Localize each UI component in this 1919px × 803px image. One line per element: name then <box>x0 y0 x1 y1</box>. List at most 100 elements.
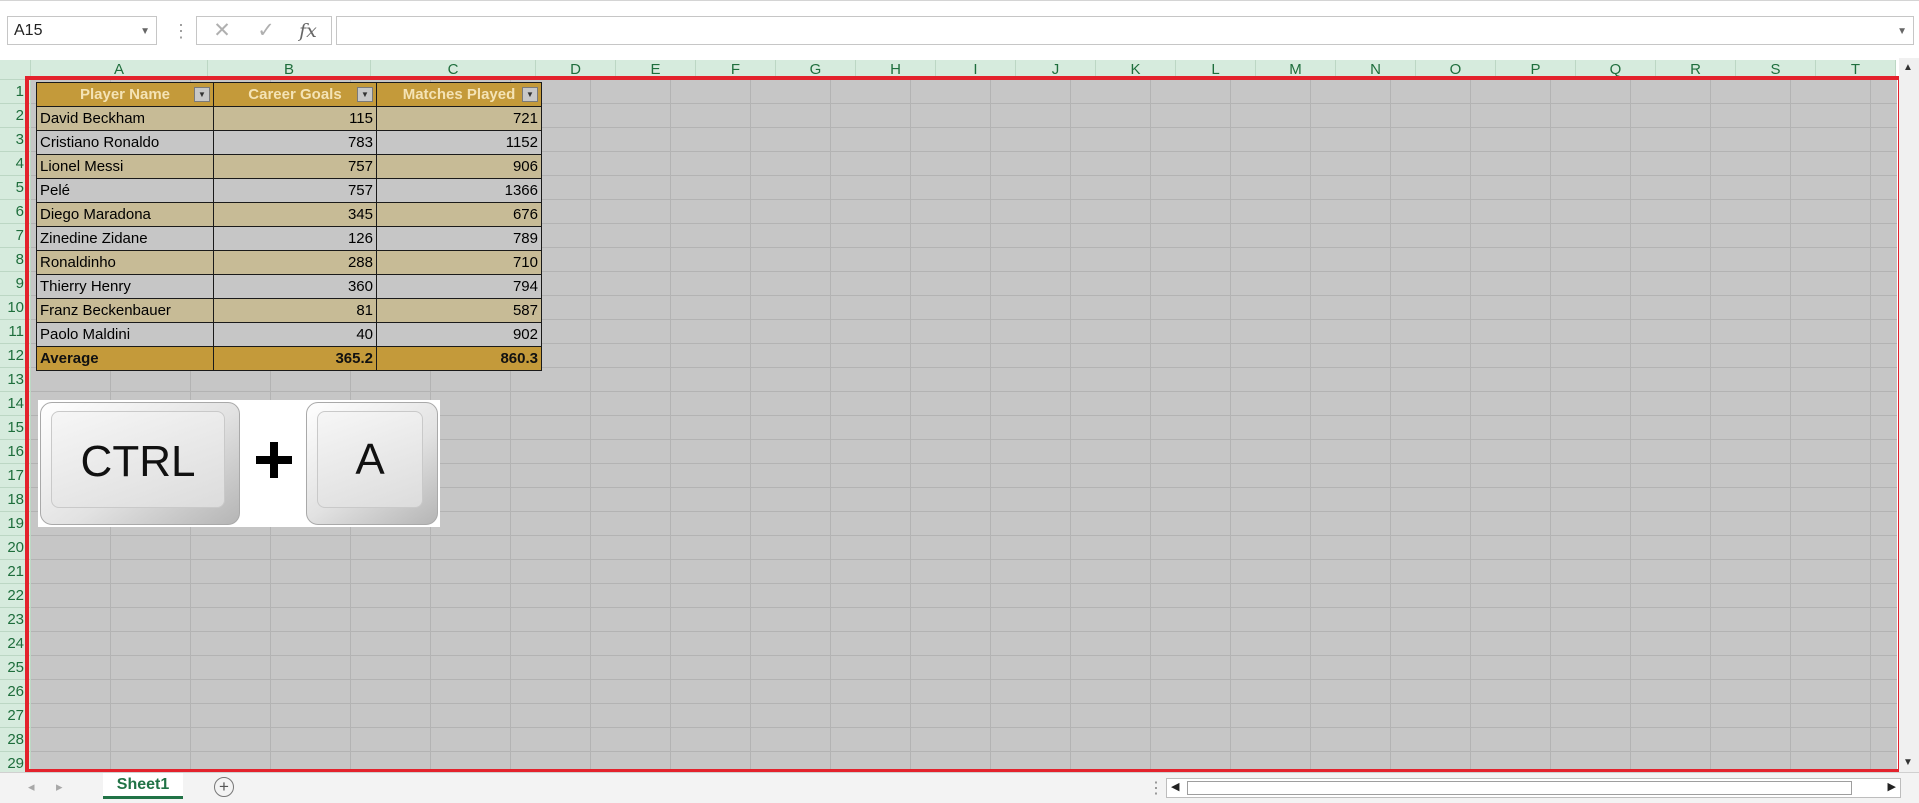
player-name-cell[interactable]: David Beckham <box>36 106 214 131</box>
header-matches-played[interactable]: Matches Played ▼ <box>376 82 542 107</box>
scroll-down-icon[interactable]: ▼ <box>1903 757 1913 768</box>
scroll-up-icon[interactable]: ▲ <box>1903 62 1913 73</box>
row-header[interactable]: 2 <box>0 104 31 128</box>
horizontal-scrollbar[interactable]: ◀ ▶ <box>1166 778 1901 798</box>
expand-formula-icon[interactable]: ▼ <box>1897 26 1907 37</box>
scroll-left-icon[interactable]: ◀ <box>1171 780 1179 793</box>
row-header[interactable]: 17 <box>0 464 31 488</box>
career-goals-cell[interactable]: 40 <box>213 322 377 347</box>
more-options-icon[interactable]: ⋮ <box>172 21 190 42</box>
column-header[interactable]: S <box>1736 60 1816 80</box>
column-header[interactable]: P <box>1496 60 1576 80</box>
column-header[interactable]: G <box>776 60 856 80</box>
row-header[interactable]: 12 <box>0 344 31 368</box>
row-header[interactable]: 20 <box>0 536 31 560</box>
add-sheet-icon[interactable]: + <box>214 777 234 797</box>
column-header[interactable]: T <box>1816 60 1896 80</box>
enter-icon[interactable]: ✓ <box>251 19 281 43</box>
row-header[interactable]: 10 <box>0 296 31 320</box>
total-label[interactable]: Average <box>36 346 214 371</box>
player-name-cell[interactable]: Zinedine Zidane <box>36 226 214 251</box>
column-header[interactable]: L <box>1176 60 1256 80</box>
player-name-cell[interactable]: Franz Beckenbauer <box>36 298 214 323</box>
career-goals-cell[interactable]: 783 <box>213 130 377 155</box>
row-header[interactable]: 9 <box>0 272 31 296</box>
matches-played-cell[interactable]: 1152 <box>376 130 542 155</box>
row-header[interactable]: 7 <box>0 224 31 248</box>
matches-played-cell[interactable]: 1366 <box>376 178 542 203</box>
row-header[interactable]: 3 <box>0 128 31 152</box>
sheet-tab-sheet1[interactable]: Sheet1 <box>103 773 183 799</box>
matches-played-cell[interactable]: 794 <box>376 274 542 299</box>
career-goals-cell[interactable]: 288 <box>213 250 377 275</box>
column-header[interactable]: I <box>936 60 1016 80</box>
previous-sheet-icon[interactable]: ◂ <box>28 779 35 795</box>
row-header[interactable]: 18 <box>0 488 31 512</box>
row-header[interactable]: 1 <box>0 80 31 104</box>
column-header[interactable]: R <box>1656 60 1736 80</box>
header-career-goals[interactable]: Career Goals ▼ <box>213 82 377 107</box>
matches-played-cell[interactable]: 587 <box>376 298 542 323</box>
matches-played-cell[interactable]: 906 <box>376 154 542 179</box>
row-header[interactable]: 25 <box>0 656 31 680</box>
career-goals-cell[interactable]: 345 <box>213 202 377 227</box>
matches-played-cell[interactable]: 902 <box>376 322 542 347</box>
player-name-cell[interactable]: Lionel Messi <box>36 154 214 179</box>
column-header[interactable]: Q <box>1576 60 1656 80</box>
total-matches[interactable]: 860.3 <box>376 346 542 371</box>
column-header[interactable]: E <box>616 60 696 80</box>
row-header[interactable]: 26 <box>0 680 31 704</box>
formula-input[interactable]: ▼ <box>336 16 1914 45</box>
career-goals-cell[interactable]: 360 <box>213 274 377 299</box>
row-header[interactable]: 8 <box>0 248 31 272</box>
column-header[interactable]: D <box>536 60 616 80</box>
row-header[interactable]: 14 <box>0 392 31 416</box>
career-goals-cell[interactable]: 757 <box>213 154 377 179</box>
scroll-right-icon[interactable]: ▶ <box>1888 780 1896 793</box>
column-header[interactable]: N <box>1336 60 1416 80</box>
row-header[interactable]: 5 <box>0 176 31 200</box>
column-header[interactable]: H <box>856 60 936 80</box>
column-header[interactable]: C <box>371 60 536 80</box>
column-header[interactable]: J <box>1016 60 1096 80</box>
filter-dropdown-icon[interactable]: ▼ <box>357 87 373 102</box>
row-header[interactable]: 24 <box>0 632 31 656</box>
matches-played-cell[interactable]: 676 <box>376 202 542 227</box>
header-player-name[interactable]: Player Name ▼ <box>36 82 214 107</box>
name-box[interactable]: A15 ▼ <box>7 16 157 45</box>
ctrl-a-shortcut-image[interactable]: CTRL A <box>38 400 440 527</box>
splitter-handle-icon[interactable]: ⋮ <box>1148 778 1164 798</box>
row-header[interactable]: 6 <box>0 200 31 224</box>
scroll-thumb[interactable] <box>1187 781 1852 795</box>
vertical-scrollbar[interactable]: ▲ ▼ <box>1899 58 1919 772</box>
career-goals-cell[interactable]: 81 <box>213 298 377 323</box>
column-header[interactable]: F <box>696 60 776 80</box>
row-header[interactable]: 22 <box>0 584 31 608</box>
column-header[interactable]: O <box>1416 60 1496 80</box>
row-header[interactable]: 15 <box>0 416 31 440</box>
player-name-cell[interactable]: Paolo Maldini <box>36 322 214 347</box>
career-goals-cell[interactable]: 757 <box>213 178 377 203</box>
row-header[interactable]: 21 <box>0 560 31 584</box>
player-name-cell[interactable]: Diego Maradona <box>36 202 214 227</box>
insert-function-button[interactable]: fx <box>293 19 323 43</box>
matches-played-cell[interactable]: 789 <box>376 226 542 251</box>
row-header[interactable]: 19 <box>0 512 31 536</box>
row-header[interactable]: 13 <box>0 368 31 392</box>
player-name-cell[interactable]: Cristiano Ronaldo <box>36 130 214 155</box>
row-header[interactable]: 27 <box>0 704 31 728</box>
chevron-down-icon[interactable]: ▼ <box>140 26 150 37</box>
column-header[interactable]: B <box>208 60 371 80</box>
filter-dropdown-icon[interactable]: ▼ <box>522 87 538 102</box>
row-header[interactable]: 16 <box>0 440 31 464</box>
next-sheet-icon[interactable]: ▸ <box>56 779 63 795</box>
row-header[interactable]: 28 <box>0 728 31 752</box>
player-name-cell[interactable]: Pelé <box>36 178 214 203</box>
corner-cell[interactable] <box>0 60 31 80</box>
career-goals-cell[interactable]: 115 <box>213 106 377 131</box>
filter-dropdown-icon[interactable]: ▼ <box>194 87 210 102</box>
row-header[interactable]: 23 <box>0 608 31 632</box>
column-header[interactable]: M <box>1256 60 1336 80</box>
player-name-cell[interactable]: Thierry Henry <box>36 274 214 299</box>
career-goals-cell[interactable]: 126 <box>213 226 377 251</box>
